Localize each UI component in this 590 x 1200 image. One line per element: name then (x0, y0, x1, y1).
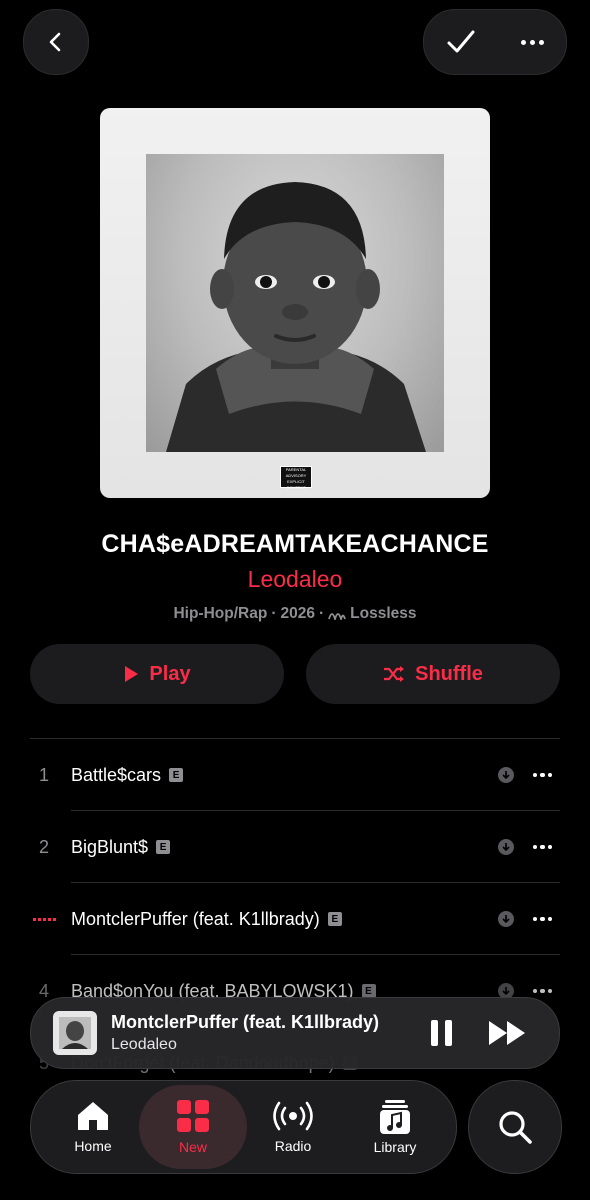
more-options-button[interactable] (520, 39, 544, 45)
pause-button[interactable] (431, 1020, 452, 1046)
tab-label: New (178, 1139, 207, 1155)
album-artist-link[interactable]: Leodaleo (0, 566, 590, 593)
track-title: BigBlunt$ (71, 836, 149, 857)
track-row[interactable]: 2 BigBlunt$ E (30, 811, 560, 883)
track-more-button[interactable] (532, 772, 552, 778)
explicit-icon: E (361, 984, 376, 998)
track-title-wrap: Battle$cars E (71, 764, 184, 786)
track-more-button[interactable] (532, 844, 552, 850)
pause-icon (431, 1020, 452, 1046)
track-title-wrap: MontclerPuffer (feat. K1llbrady) E (71, 909, 342, 930)
house-icon (78, 1102, 108, 1130)
track-more-button[interactable] (532, 916, 552, 922)
track-more-button[interactable] (532, 988, 552, 994)
chevron-left-icon (49, 32, 61, 52)
track-number: 1 (38, 764, 49, 785)
now-playing-indicator-icon (30, 917, 58, 921)
music-note-icon (380, 1100, 410, 1134)
explicit-icon: E (327, 912, 342, 926)
radio-waves-icon (273, 1101, 313, 1131)
shuffle-label: Shuffle (415, 662, 483, 685)
album-genre: Hip-Hop/Rap (173, 605, 268, 622)
tab-home[interactable]: Home (39, 1085, 147, 1169)
tab-label: Home (74, 1138, 112, 1154)
album-title: CHA$eADREAMTAKEACHANCE (101, 530, 489, 558)
top-actions (423, 9, 567, 75)
lossless-waveform-icon (328, 613, 347, 620)
tab-bar: Home New Radio Library (30, 1080, 457, 1174)
tab-label: Radio (274, 1138, 312, 1154)
meta-separator: · (271, 605, 277, 622)
mini-player-artwork (53, 1011, 97, 1055)
back-button[interactable] (23, 9, 89, 75)
search-icon (499, 1111, 532, 1144)
shuffle-button[interactable]: Shuffle (306, 644, 560, 704)
tab-new[interactable]: New (139, 1085, 247, 1169)
track-title-wrap: BigBlunt$ E (71, 836, 171, 858)
search-button[interactable] (468, 1080, 562, 1174)
play-label: Play (149, 662, 191, 685)
download-icon[interactable] (498, 911, 514, 927)
play-button[interactable]: Play (30, 644, 284, 704)
ellipsis-icon (520, 39, 544, 45)
album-year: 2026 (280, 605, 315, 622)
download-icon[interactable] (498, 767, 514, 783)
mini-player[interactable]: MontclerPuffer (feat. K1llbrady) Leodale… (30, 997, 560, 1069)
tab-library[interactable]: Library (341, 1085, 449, 1169)
album-metadata: Hip-Hop/Rap · 2026 · Lossless (0, 605, 590, 623)
tab-label: Library (373, 1139, 417, 1155)
now-playing-title: MontclerPuffer (feat. K1llbrady) (111, 1012, 380, 1032)
shuffle-icon (384, 666, 405, 682)
explicit-icon: E (169, 768, 184, 782)
track-row[interactable]: 1 Battle$cars E (30, 739, 560, 811)
play-icon (125, 666, 139, 682)
meta-separator: · (318, 605, 325, 622)
track-row-now-playing[interactable]: MontclerPuffer (feat. K1llbrady) E (30, 883, 560, 955)
artwork-photo (146, 154, 444, 452)
album-artwork[interactable]: PARENTAL ADVISORY EXPLICIT CONTENT (100, 108, 490, 498)
track-title: MontclerPuffer (feat. K1llbrady) (71, 908, 320, 929)
forward-icon (489, 1021, 525, 1045)
grid-icon (177, 1100, 209, 1132)
parental-advisory-label: PARENTAL ADVISORY EXPLICIT CONTENT (280, 466, 312, 490)
audio-quality: Lossless (350, 605, 417, 622)
checkmark-icon (447, 30, 475, 53)
download-icon[interactable] (498, 839, 514, 855)
added-checkmark-button[interactable] (446, 28, 476, 56)
tab-radio[interactable]: Radio (239, 1085, 347, 1169)
next-track-button[interactable] (488, 1020, 526, 1051)
now-playing-artist: Leodaleo (111, 1036, 177, 1053)
track-number: 2 (38, 836, 49, 857)
track-title: Battle$cars (71, 764, 162, 785)
explicit-icon: E (156, 840, 171, 854)
child-portrait-illustration (166, 182, 426, 452)
